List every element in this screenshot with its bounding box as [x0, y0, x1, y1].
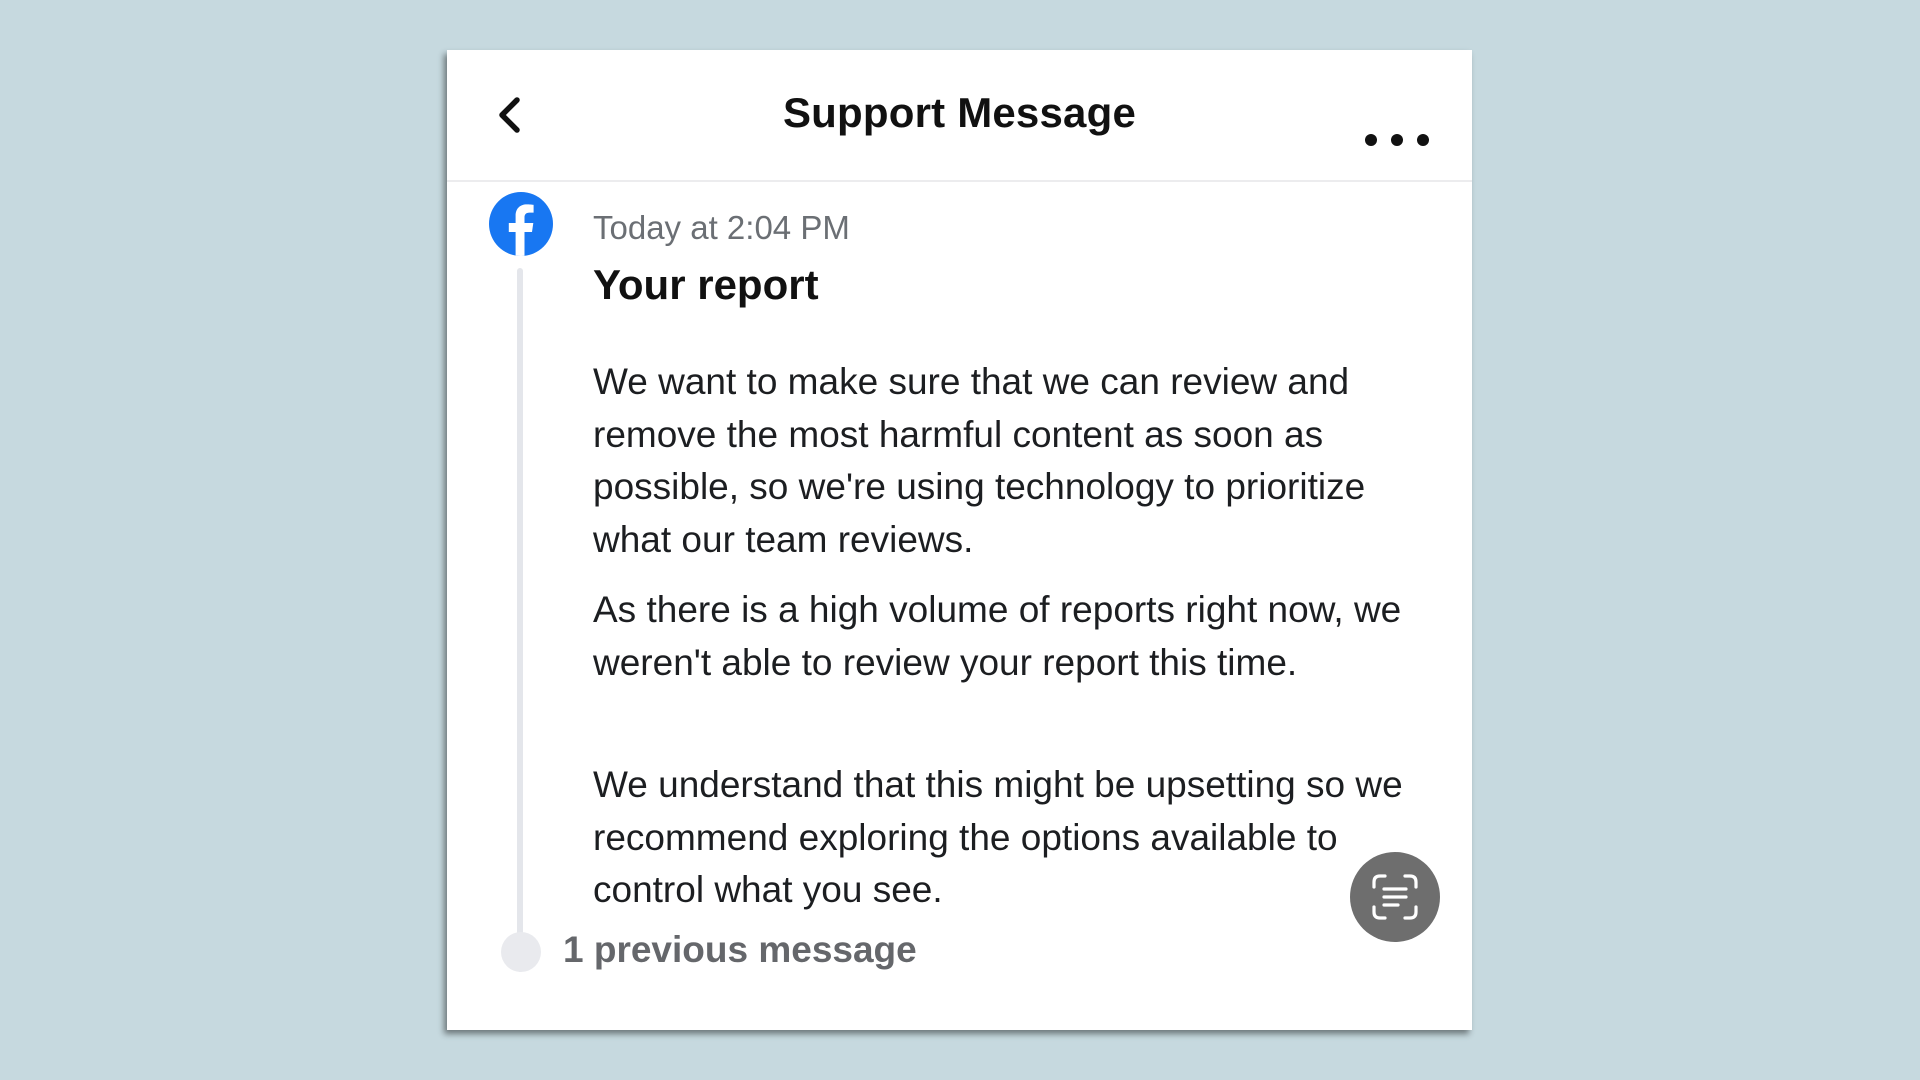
message-timestamp: Today at 2:04 PM	[593, 209, 850, 246]
message-paragraph: As there is a high volume of reports rig…	[593, 589, 1402, 683]
previous-message-dot	[501, 932, 541, 972]
previous-message-link[interactable]: 1 previous message	[563, 925, 917, 975]
more-horizontal-icon	[1417, 134, 1429, 146]
header-bar: Support Message	[447, 50, 1472, 182]
more-horizontal-icon	[1365, 134, 1377, 146]
back-button[interactable]	[487, 89, 539, 141]
more-horizontal-icon	[1391, 134, 1403, 146]
support-message-screen: Support Message Today at 2:04 PM Your re…	[447, 50, 1472, 1030]
live-text-icon	[1372, 874, 1418, 920]
message-paragraph: We want to make sure that we can review …	[593, 361, 1366, 560]
message-paragraph: We understand that this might be upsetti…	[593, 764, 1403, 911]
facebook-logo-icon	[489, 192, 553, 256]
page-title: Support Message	[782, 89, 1137, 136]
live-text-button[interactable]	[1350, 852, 1440, 942]
more-options-button[interactable]	[1365, 117, 1429, 163]
message-title: Your report	[593, 261, 819, 308]
chevron-left-icon	[499, 97, 520, 133]
thread-connector-line	[517, 268, 523, 972]
